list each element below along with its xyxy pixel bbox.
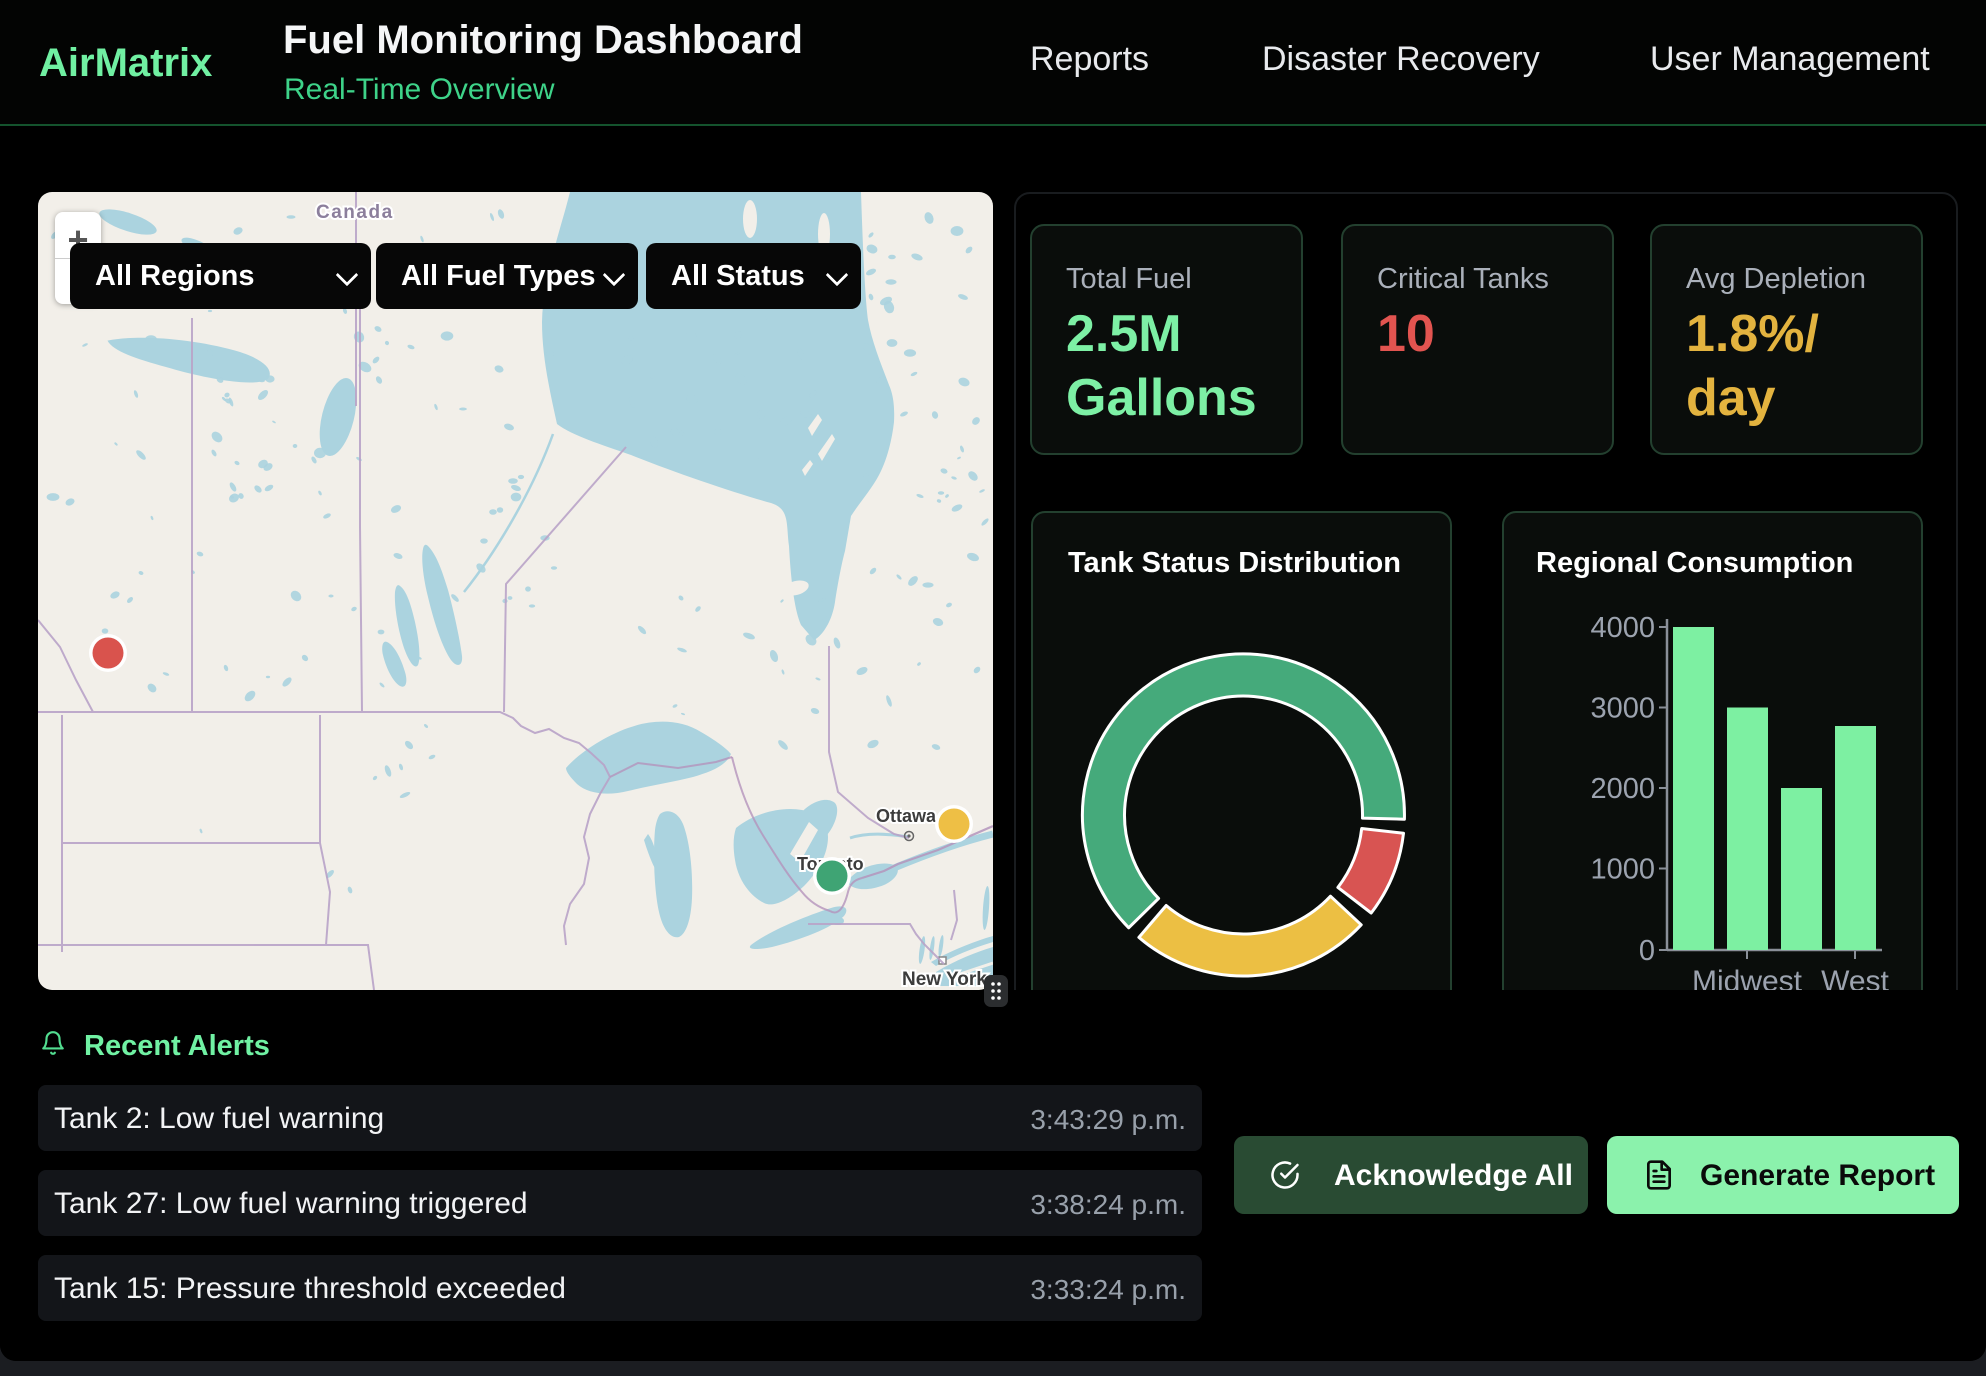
svg-text:Ottawa: Ottawa — [876, 806, 937, 826]
svg-text:New York: New York — [902, 969, 987, 990]
svg-text:2000: 2000 — [1590, 773, 1655, 805]
svg-text:1000: 1000 — [1590, 854, 1655, 886]
svg-text:Canada: Canada — [316, 202, 394, 223]
svg-text:0: 0 — [1639, 935, 1655, 967]
svg-text:4000: 4000 — [1590, 612, 1655, 644]
svg-text:3000: 3000 — [1590, 693, 1655, 725]
